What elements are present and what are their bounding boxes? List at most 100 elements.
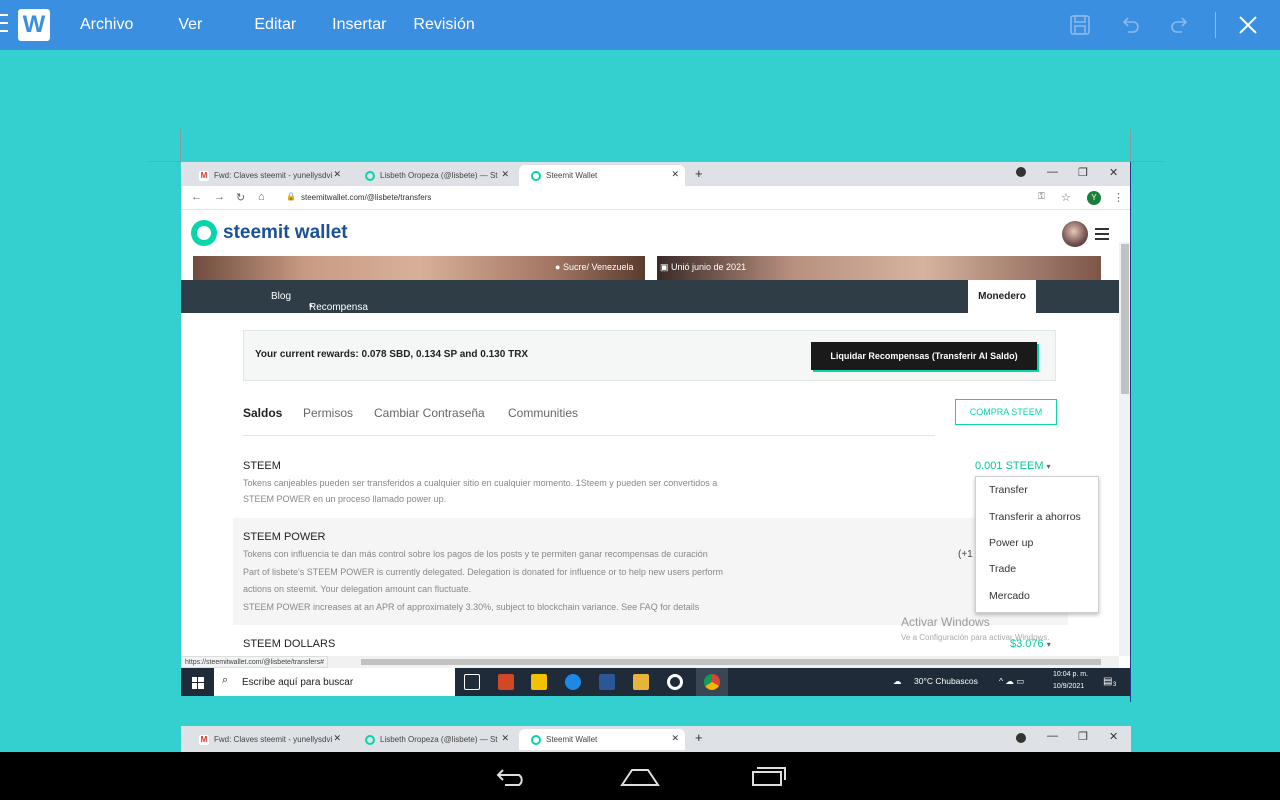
menu-item-transfer-savings[interactable]: Transferir a ahorros	[989, 511, 1081, 523]
wps-logo-icon[interactable]: W	[18, 9, 50, 41]
bookmark-star-icon[interactable]: ☆	[1061, 191, 1071, 204]
tray-icons[interactable]: ^ ☁ ▭	[999, 676, 1024, 687]
save-icon[interactable]	[1067, 12, 1093, 38]
document-page[interactable]: M Fwd: Claves steemit - yunellysdvi ✕ Li…	[181, 162, 1131, 696]
reload-icon[interactable]: ↻	[236, 191, 245, 204]
scrollbar-thumb[interactable]	[1121, 244, 1129, 394]
redo-icon[interactable]	[1167, 12, 1193, 38]
new-tab-button[interactable]: +	[695, 166, 703, 181]
menu-revision[interactable]: Revisión	[413, 16, 474, 34]
nav-blog[interactable]: Blog	[271, 291, 291, 302]
close-tab-icon[interactable]: ✕	[501, 169, 509, 180]
hamburger-icon[interactable]	[1095, 228, 1109, 243]
windows-start-icon[interactable]	[192, 676, 204, 694]
nav-wallet[interactable]: Monedero	[968, 280, 1036, 313]
menu-item-trade[interactable]: Trade	[989, 563, 1016, 575]
profile-navbar: Blog Recompensa ▾ Monedero	[181, 280, 1119, 313]
search-icon: ⌕	[222, 674, 229, 686]
minimize-icon[interactable]: —	[1047, 166, 1058, 178]
home-icon[interactable]	[620, 766, 660, 793]
undo-icon[interactable]	[1117, 12, 1143, 38]
back-icon[interactable]: ←	[191, 191, 202, 203]
window-close-icon: ✕	[1109, 731, 1119, 743]
close-tab-icon: ✕	[333, 733, 341, 743]
close-tab-icon[interactable]: ✕	[671, 169, 679, 180]
browser-tab-strip: M Fwd: Claves steemit - yunellysdvi ✕ Li…	[181, 162, 1131, 186]
menu-item-transfer[interactable]: Transfer	[989, 484, 1028, 496]
page-edge	[1130, 162, 1131, 702]
crop-mark	[148, 161, 181, 162]
android-nav-bar	[0, 752, 1280, 800]
chevron-down-icon: ▾	[309, 303, 313, 310]
tab-saldos[interactable]: Saldos	[243, 406, 282, 420]
weather-text[interactable]: 30°C Chubascos	[914, 676, 978, 686]
gmail-icon: M	[199, 170, 209, 181]
gmail-icon: M	[199, 734, 209, 745]
windows-taskbar: ⌕ Escribe aquí para buscar ☁ 30°C Chubas…	[181, 668, 1131, 696]
task-view-icon[interactable]	[464, 674, 480, 690]
browser-profile-avatar[interactable]: Y	[1087, 191, 1101, 205]
browser-tab[interactable]: Lisbeth Oropeza (@lisbete) — St ✕	[353, 165, 515, 186]
back-icon[interactable]	[495, 766, 529, 791]
store-icon[interactable]	[531, 674, 547, 690]
menu-ver[interactable]: Ver	[178, 16, 202, 34]
profile-cover: ● Sucre/ Venezuela ▣ Unió junio de 2021	[181, 256, 1131, 280]
url-input[interactable]: steemitwallet.com/@lisbete/transfers	[301, 193, 431, 202]
steemit-icon	[531, 170, 541, 181]
steemit-logo[interactable]: steemit wallet	[191, 220, 348, 246]
file-explorer-icon[interactable]	[633, 674, 649, 690]
scrollbar-thumb[interactable]	[361, 659, 1101, 665]
browser-tab: M Fwd: Claves steemit - yunellysdvi ✕	[199, 733, 341, 745]
rewards-text: Your current rewards: 0.078 SBD, 0.134 S…	[255, 349, 529, 360]
browser-tab[interactable]: M Fwd: Claves steemit - yunellysdvi ✕	[187, 165, 347, 186]
status-bar-url: https://steemitwallet.com/@lisbete/trans…	[181, 656, 328, 668]
taskbar-search-input[interactable]: ⌕ Escribe aquí para buscar	[214, 668, 455, 696]
home-icon[interactable]: ⌂	[258, 191, 265, 203]
clock-time[interactable]: 10:04 p. m.	[1053, 671, 1088, 678]
browser-menu-icon[interactable]: ⋮	[1113, 191, 1124, 204]
claim-rewards-button[interactable]: Liquidar Recompensas (Transferir Al Sald…	[811, 342, 1037, 370]
menu-insertar[interactable]: Insertar	[332, 16, 386, 34]
menu-editar[interactable]: Editar	[254, 16, 296, 34]
browser-tab-active: Steemit Wallet ✕	[519, 729, 685, 750]
window-close-icon[interactable]: ✕	[1109, 166, 1118, 179]
menu-archivo[interactable]: Archivo	[80, 16, 133, 34]
menu-item-power-up[interactable]: Power up	[989, 537, 1033, 549]
rewards-banner: Your current rewards: 0.078 SBD, 0.134 S…	[243, 330, 1056, 381]
forward-icon[interactable]: →	[214, 191, 225, 203]
powerpoint-icon[interactable]	[498, 674, 514, 690]
tab-cambiar-contrasena[interactable]: Cambiar Contraseña	[374, 406, 485, 420]
lock-icon: 🔒	[286, 192, 296, 201]
close-icon[interactable]	[1235, 12, 1261, 38]
key-icon[interactable]: ⚿	[1038, 191, 1045, 202]
document-page-2[interactable]: M Fwd: Claves steemit - yunellysdvi ✕ Li…	[181, 726, 1131, 752]
avatar[interactable]	[1062, 221, 1088, 247]
steem-balance-dropdown[interactable]: 0.001 STEEM ▾	[975, 460, 1051, 472]
close-tab-icon[interactable]: ✕	[333, 169, 341, 180]
record-icon[interactable]	[1016, 167, 1026, 177]
menu-item-market[interactable]: Mercado	[989, 590, 1030, 602]
toolbar-divider	[1215, 12, 1216, 38]
weather-icon[interactable]: ☁	[893, 676, 902, 687]
menu-icon[interactable]	[0, 14, 8, 36]
recents-icon[interactable]	[751, 765, 787, 792]
notifications-icon[interactable]: ▤	[1103, 676, 1112, 687]
tab-communities[interactable]: Communities	[508, 406, 578, 420]
steem-power-title: STEEM POWER	[243, 531, 326, 543]
browser-tab-active[interactable]: Steemit Wallet ✕	[519, 165, 685, 186]
joined-text: ▣ Unió junio de 2021	[660, 262, 747, 272]
location-text: ● Sucre/ Venezuela	[555, 262, 634, 272]
edge-icon[interactable]	[565, 674, 581, 690]
tab-permisos[interactable]: Permisos	[303, 406, 353, 420]
settings-icon[interactable]	[667, 674, 683, 690]
word-icon[interactable]	[599, 674, 615, 690]
buy-steem-button[interactable]: COMPRA STEEM	[955, 399, 1057, 425]
delegated-amount: (+1	[958, 549, 973, 560]
notification-count: 3	[1113, 682, 1117, 688]
clock-date[interactable]: 10/9/2021	[1053, 683, 1084, 690]
crop-mark	[1130, 129, 1131, 162]
chrome-taskbar-active[interactable]	[696, 668, 728, 696]
crop-mark	[1130, 161, 1163, 162]
record-icon	[1016, 733, 1026, 743]
restore-icon[interactable]: ❐	[1078, 166, 1088, 179]
